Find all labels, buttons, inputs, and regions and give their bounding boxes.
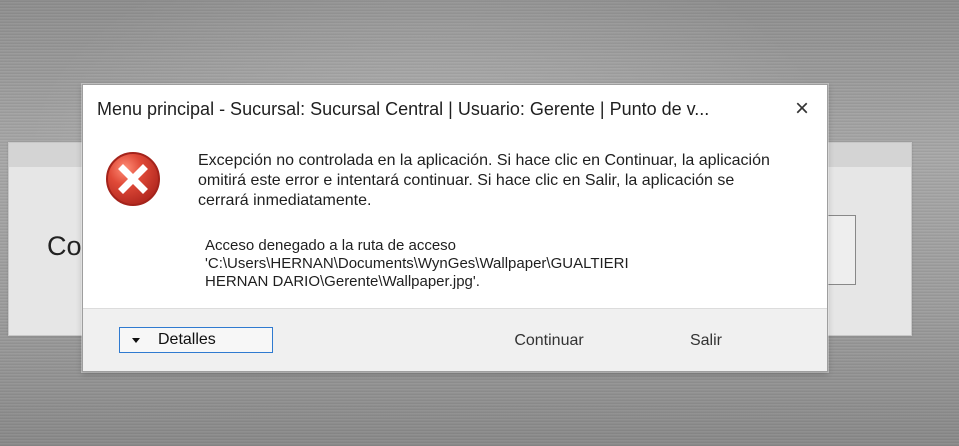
dialog-footer: Detalles Continuar Salir — [83, 308, 827, 371]
close-button[interactable]: × — [787, 94, 817, 124]
error-detail-line: 'C:\Users\HERNAN\Documents\WynGes\Wallpa… — [205, 255, 629, 272]
continue-button[interactable]: Continuar — [499, 326, 599, 356]
error-detail-line: HERNAN DARIO\Gerente\Wallpaper.jpg'. — [205, 273, 480, 290]
error-detail-line: Acceso denegado a la ruta de acceso — [205, 237, 457, 254]
error-dialog: Menu principal - Sucursal: Sucursal Cent… — [82, 84, 828, 372]
dialog-content: Excepción no controlada en la aplicación… — [83, 133, 827, 309]
close-icon: × — [794, 95, 809, 122]
dialog-title: Menu principal - Sucursal: Sucursal Cent… — [97, 99, 710, 119]
exit-button[interactable]: Salir — [661, 326, 751, 356]
chevron-down-icon — [132, 337, 140, 343]
details-label: Detalles — [158, 331, 216, 348]
error-message: Excepción no controlada en la aplicación… — [198, 152, 770, 209]
dialog-titlebar: Menu principal - Sucursal: Sucursal Cent… — [83, 85, 827, 133]
error-icon — [106, 152, 160, 206]
error-detail: Acceso denegado a la ruta de acceso 'C:\… — [205, 237, 775, 291]
details-button[interactable]: Detalles — [119, 327, 273, 353]
